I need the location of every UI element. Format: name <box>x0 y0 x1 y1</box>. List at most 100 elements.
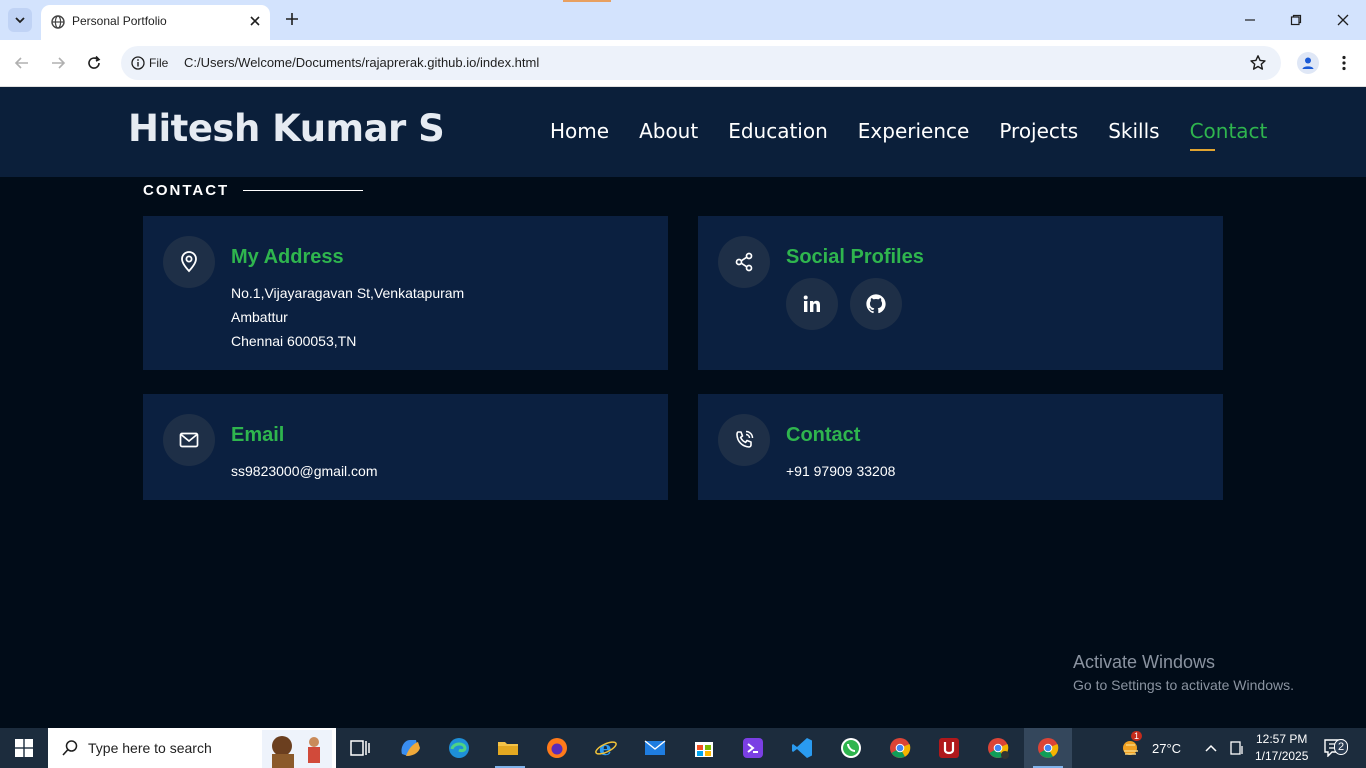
mail-app-icon[interactable] <box>643 736 667 760</box>
star-icon <box>1250 55 1266 70</box>
nav-projects[interactable]: Projects <box>999 119 1078 143</box>
location-icon-wrap <box>163 236 215 288</box>
internet-explorer-icon[interactable]: e <box>594 736 618 760</box>
chrome-icon[interactable] <box>888 736 912 760</box>
network-icon <box>1230 741 1243 755</box>
address-title: My Address <box>231 246 344 268</box>
firefox-icon[interactable] <box>545 736 569 760</box>
search-highlight-illustration-icon <box>262 730 332 768</box>
address-text: No.1,Vijayaragavan St,Venkatapuram Ambat… <box>231 281 464 353</box>
antivirus-icon[interactable] <box>937 736 961 760</box>
section-divider <box>243 190 364 191</box>
store-icon[interactable] <box>692 736 716 760</box>
notification-count: 2 <box>1334 739 1349 755</box>
new-tab-button[interactable] <box>282 9 302 29</box>
tab-close-button[interactable] <box>246 12 264 30</box>
clock-time: 12:57 PM <box>1256 732 1308 746</box>
visual-studio-icon[interactable] <box>741 736 765 760</box>
back-button[interactable] <box>12 53 32 73</box>
browser-tab[interactable]: Personal Portfolio <box>41 5 270 40</box>
watermark-title: Activate Windows <box>1073 652 1216 672</box>
activation-watermark: Activate Windows Go to Settings to activ… <box>1073 652 1294 693</box>
phone-icon-wrap <box>718 414 770 466</box>
email-title: Email <box>231 424 285 446</box>
address-line: Ambattur <box>231 309 288 325</box>
site-info-chip[interactable]: File <box>126 50 170 76</box>
start-button[interactable] <box>0 728 48 768</box>
github-button[interactable] <box>850 278 902 330</box>
search-placeholder: Type here to search <box>88 740 212 756</box>
chrome-profile-icon[interactable] <box>986 736 1010 760</box>
user-icon <box>1302 57 1314 69</box>
browser-menu-button[interactable] <box>1334 53 1354 73</box>
weather-widget[interactable]: 27°C <box>1120 728 1181 768</box>
notification-count-badge: 2 <box>1334 738 1349 756</box>
tab-indicator-line <box>563 0 611 2</box>
github-icon <box>866 294 886 314</box>
file-explorer-icon[interactable] <box>496 736 520 760</box>
social-title: Social Profiles <box>786 246 924 268</box>
social-links <box>786 278 902 330</box>
forward-button[interactable] <box>48 53 68 73</box>
nav-home[interactable]: Home <box>550 119 609 143</box>
restore-button[interactable] <box>1286 10 1306 30</box>
phone-value[interactable]: +91 97909 33208 <box>786 459 895 483</box>
share-icon <box>735 252 753 272</box>
weather-temp: 27°C <box>1152 740 1182 756</box>
arrow-left-icon <box>14 57 28 69</box>
restore-icon <box>1290 14 1302 26</box>
task-view-icon[interactable] <box>348 736 372 760</box>
svg-text:e: e <box>599 736 612 760</box>
url-text[interactable]: C:/Users/Welcome/Documents/rajaprerak.gi… <box>184 55 539 70</box>
profile-button[interactable] <box>1297 52 1319 74</box>
copilot-icon[interactable] <box>398 736 422 760</box>
nav-skills[interactable]: Skills <box>1108 119 1159 143</box>
weather-badge-count: 1 <box>1131 731 1143 741</box>
close-window-button[interactable] <box>1333 10 1353 30</box>
watermark-subtitle: Go to Settings to activate Windows. <box>1073 677 1294 693</box>
phone-card: Contact +91 97909 33208 <box>698 394 1223 500</box>
site-logo[interactable]: Hitesh Kumar S <box>128 107 445 150</box>
nav-about[interactable]: About <box>639 119 698 143</box>
main-nav: Home About Education Experience Projects… <box>550 119 1267 151</box>
tab-title: Personal Portfolio <box>72 14 167 28</box>
social-card: Social Profiles <box>698 216 1223 370</box>
whatsapp-icon[interactable] <box>839 736 863 760</box>
section-label: CONTACT <box>143 182 364 199</box>
email-value[interactable]: ss9823000@gmail.com <box>231 459 378 483</box>
share-icon-wrap <box>718 236 770 288</box>
clock-date: 1/17/2025 <box>1255 749 1309 763</box>
tab-search-button[interactable] <box>8 8 32 32</box>
windows-logo-icon <box>15 739 33 757</box>
taskbar-search[interactable]: Type here to search <box>48 728 336 768</box>
vscode-icon[interactable] <box>790 736 814 760</box>
search-icon <box>62 740 78 756</box>
mail-icon-wrap <box>163 414 215 466</box>
chrome-active-icon[interactable] <box>1036 736 1060 760</box>
arrow-right-icon <box>52 57 66 69</box>
address-bar[interactable]: File C:/Users/Welcome/Documents/rajaprer… <box>121 46 1281 80</box>
nav-education[interactable]: Education <box>728 119 828 143</box>
minimize-button[interactable] <box>1240 10 1260 30</box>
phone-call-icon <box>736 430 754 448</box>
taskbar: Type here to search e 27°C 1 12:57 PM 1/… <box>0 728 1366 768</box>
reload-icon <box>88 55 101 69</box>
network-button[interactable] <box>1230 728 1244 768</box>
chevron-up-icon <box>1205 744 1217 752</box>
address-card: My Address No.1,Vijayaragavan St,Venkata… <box>143 216 668 370</box>
linkedin-button[interactable] <box>786 278 838 330</box>
bookmark-button[interactable] <box>1249 54 1267 77</box>
edge-icon[interactable] <box>447 736 471 760</box>
phone-title: Contact <box>786 424 861 446</box>
system-clock[interactable]: 12:57 PM 1/17/2025 <box>1255 731 1308 765</box>
hidden-icons-button[interactable] <box>1204 728 1218 768</box>
close-icon <box>1337 14 1349 26</box>
section-title: CONTACT <box>143 182 230 199</box>
nav-contact[interactable]: Contact <box>1189 119 1267 151</box>
browser-tab-bar: Personal Portfolio <box>0 0 1366 40</box>
plus-icon <box>286 13 298 25</box>
nav-experience[interactable]: Experience <box>858 119 970 143</box>
reload-button[interactable] <box>84 53 104 73</box>
address-line: Chennai 600053,TN <box>231 333 357 349</box>
weather-badge: 1 <box>1131 716 1143 756</box>
